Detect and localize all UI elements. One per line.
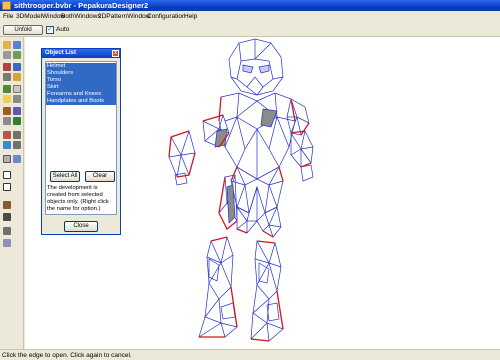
menu-2d-pattern-window[interactable]: 2DPatternWindow [98,13,150,20]
unfold-toolbar: Unfold ✓ Auto [0,23,500,37]
tab-icon[interactable] [3,201,11,209]
rotate-icon[interactable] [13,63,21,71]
left-forearm-mesh [168,130,196,186]
auto-label: Auto [56,26,70,33]
dialog-title-bar[interactable]: Object List x [42,49,120,58]
window-icon[interactable] [3,155,11,163]
right-shoulder-mesh [286,98,310,136]
skirt-mesh [218,166,284,230]
grid-icon[interactable] [13,85,21,93]
auto-checkbox[interactable]: ✓ [46,26,54,34]
edge-icon[interactable] [13,95,21,103]
tool-palette [0,37,24,349]
select-all-button[interactable]: Select All [50,171,80,182]
status-bar: Click the edge to open. Click again to c… [0,349,500,360]
dialog-title: Object List [45,50,77,56]
undo-icon[interactable] [3,141,11,149]
join-icon[interactable] [13,107,21,115]
measure-icon[interactable] [3,213,11,221]
seam-edges [168,96,312,342]
status-text: Click the edge to open. Click again to c… [2,352,132,359]
texture-icon[interactable] [13,117,21,125]
right-forearm-mesh [290,130,314,182]
layer-icon[interactable] [3,239,11,247]
right-boot-mesh [250,240,284,342]
page-icon[interactable] [3,171,11,179]
helmet-mesh [228,38,284,96]
dialog-note: The development is created from selected… [47,185,109,212]
app-window: sithtrooper.bvbr - PepakuraDesigner2 Fil… [0,0,500,360]
menu-configuration[interactable]: Configuration [147,13,186,20]
unfold-button[interactable]: Unfold [3,25,43,35]
menu-both-windows[interactable]: BothWindows [61,13,101,20]
clear-button[interactable]: Clear [85,171,115,182]
list-item-shoulders[interactable]: Shoulders [46,70,116,77]
title-bar: sithtrooper.bvbr - PepakuraDesigner2 [0,0,500,11]
list-item-skirt[interactable]: Skirt [46,84,116,91]
save-icon[interactable] [13,41,21,49]
settings-icon[interactable] [3,227,11,235]
flap-icon[interactable] [3,107,11,115]
dual-window-icon[interactable] [13,155,21,163]
align-icon[interactable] [13,131,21,139]
move-icon[interactable] [3,73,11,81]
list-item-forearms-knees[interactable]: Forearms and Knees [46,91,116,98]
menu-help[interactable]: Help [184,13,197,20]
list-item-torso[interactable]: Torso [46,77,116,84]
menu-file[interactable]: File [3,13,13,20]
open-icon[interactable] [3,41,11,49]
torso-mesh [218,92,296,180]
cut-icon[interactable] [3,63,11,71]
pattern-icon[interactable] [3,183,11,191]
menu-3d-model-window[interactable]: 3DModelWindow [16,13,65,20]
zoom-icon[interactable] [13,73,21,81]
window-title: sithtrooper.bvbr - PepakuraDesigner2 [14,1,149,10]
pencil-icon[interactable] [3,95,11,103]
print-icon[interactable] [3,51,11,59]
object-list-dialog: Object List x Helmet Shoulders Torso Ski… [41,48,121,235]
scale-icon[interactable] [3,117,11,125]
check-icon[interactable] [3,85,11,93]
app-icon [2,1,11,10]
mirror-icon[interactable] [3,131,11,139]
close-button[interactable]: Close [64,221,98,232]
view-icon[interactable] [13,51,21,59]
menu-bar: File 3DModelWindow BothWindows 2DPattern… [0,11,500,23]
list-item-helmet[interactable]: Helmet [46,63,116,70]
close-icon[interactable]: x [112,50,119,57]
list-item-handplates-boots[interactable]: Handplates and Boots [46,98,116,105]
redo-icon[interactable] [13,141,21,149]
